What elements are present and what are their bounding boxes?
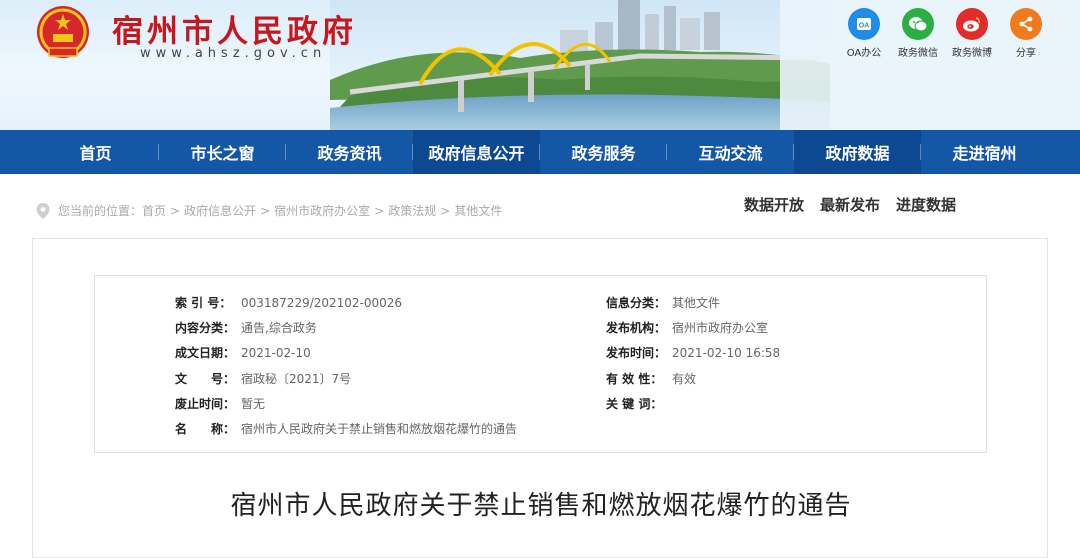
breadcrumb-separator: >	[260, 203, 271, 218]
breadcrumb-item[interactable]: 其他文件	[454, 202, 502, 219]
info-column-left: 索 引 号： 003187229/202102-00026 内容分类： 通告,综…	[175, 290, 517, 441]
info-row-name: 名 称： 宿州市人民政府关于禁止销售和燃放烟花爆竹的通告	[175, 416, 517, 441]
info-row-publisher: 发布机构： 宿州市政府办公室	[606, 315, 780, 340]
gov-data-subtabs: 数据开放 最新发布 进度数据	[744, 194, 956, 215]
breadcrumb-prefix: 您当前的位置：	[58, 204, 143, 218]
breadcrumb-row: 您当前的位置： 首页 > 政府信息公开 > 宿州市政府办公室 > 政策法规 > …	[0, 174, 1080, 238]
subtab-progress-data[interactable]: 进度数据	[896, 194, 956, 215]
info-row-index: 索 引 号： 003187229/202102-00026	[175, 290, 517, 315]
quick-link-wechat[interactable]: 政务微信	[894, 8, 942, 59]
info-key: 废止时间：	[175, 396, 236, 411]
info-key: 有 效 性：	[606, 371, 663, 386]
location-pin-icon	[36, 202, 50, 219]
info-value: 2021-02-10 16:58	[672, 345, 781, 360]
nav-item-about-suzhou[interactable]: 走进宿州	[921, 130, 1048, 174]
quick-links: OA OA办公 政务微信 政务微博 分享	[840, 8, 1050, 59]
info-key: 信息分类：	[606, 296, 667, 311]
info-key: 文 号：	[175, 371, 236, 386]
info-value: 宿州市政府办公室	[672, 321, 769, 336]
info-key: 发布机构：	[606, 321, 667, 336]
quick-link-share[interactable]: 分享	[1002, 8, 1050, 59]
wechat-icon	[902, 8, 934, 40]
document-info-box: 索 引 号： 003187229/202102-00026 内容分类： 通告,综…	[94, 275, 987, 453]
info-row-keywords: 关 键 词：	[606, 391, 780, 416]
quick-link-label: 政务微信	[898, 48, 938, 59]
breadcrumb-item[interactable]: 政策法规	[388, 202, 436, 219]
info-key: 成文日期：	[175, 346, 236, 361]
info-row-doc-number: 文 号： 宿政秘〔2021〕7号	[175, 366, 517, 391]
breadcrumb-item[interactable]: 宿州市政府办公室	[274, 202, 370, 219]
weibo-icon	[956, 8, 988, 40]
breadcrumb-separator: >	[170, 203, 181, 218]
oa-icon: OA	[848, 8, 880, 40]
info-key: 内容分类：	[175, 321, 236, 336]
info-key: 关 键 词：	[606, 396, 663, 411]
breadcrumb-separator: >	[374, 203, 385, 218]
quick-link-label: 分享	[1016, 48, 1036, 59]
nav-item-gov-data[interactable]: 政府数据	[794, 130, 921, 174]
info-value: 003187229/202102-00026	[241, 295, 403, 310]
info-key: 发布时间：	[606, 346, 667, 361]
info-key: 索 引 号：	[175, 296, 232, 311]
quick-link-label: 政务微博	[952, 48, 992, 59]
info-value: 宿州市人民政府关于禁止销售和燃放烟花爆竹的通告	[241, 422, 518, 437]
info-row-repeal-time: 废止时间： 暂无	[175, 391, 517, 416]
info-row-category: 内容分类： 通告,综合政务	[175, 315, 517, 340]
info-row-info-category: 信息分类： 其他文件	[606, 290, 780, 315]
document-title: 宿州市人民政府关于禁止销售和燃放烟花爆竹的通告	[230, 491, 852, 521]
nav-item-news[interactable]: 政务资讯	[286, 130, 413, 174]
breadcrumb-item[interactable]: 首页	[142, 202, 166, 219]
info-column-right: 信息分类： 其他文件 发布机构： 宿州市政府办公室 发布时间： 2021-02-…	[606, 290, 780, 416]
info-value: 2021-02-10	[241, 345, 311, 360]
info-value: 其他文件	[672, 296, 721, 311]
info-row-written-date: 成文日期： 2021-02-10	[175, 340, 517, 365]
quick-link-weibo[interactable]: 政务微博	[948, 8, 996, 59]
breadcrumb-item[interactable]: 政府信息公开	[184, 202, 256, 219]
share-icon	[1010, 8, 1042, 40]
subtab-latest-release[interactable]: 最新发布	[820, 194, 880, 215]
breadcrumb: 您当前的位置： 首页 > 政府信息公开 > 宿州市政府办公室 > 政策法规 > …	[36, 202, 502, 219]
info-value: 通告,综合政务	[241, 321, 317, 336]
info-row-publish-time: 发布时间： 2021-02-10 16:58	[606, 340, 780, 365]
national-emblem-icon	[37, 6, 89, 58]
site-url: www.ahsz.gov.cn	[140, 46, 327, 61]
nav-item-services[interactable]: 政务服务	[540, 130, 667, 174]
breadcrumb-separator: >	[440, 203, 451, 218]
info-value: 暂无	[241, 396, 266, 411]
content-panel: 索 引 号： 003187229/202102-00026 内容分类： 通告,综…	[32, 238, 1048, 558]
nav-item-mayor[interactable]: 市长之窗	[159, 130, 286, 174]
info-row-validity: 有 效 性： 有效	[606, 366, 780, 391]
nav-item-info-disclosure[interactable]: 政府信息公开	[413, 130, 540, 174]
info-key: 名 称：	[175, 422, 236, 437]
nav-item-home[interactable]: 首页	[32, 130, 159, 174]
quick-link-label: OA办公	[846, 48, 882, 59]
info-value: 有效	[672, 371, 697, 386]
nav-item-interaction[interactable]: 互动交流	[667, 130, 794, 174]
main-nav: 首页 市长之窗 政务资讯 政府信息公开 政务服务 互动交流 政府数据 走进宿州	[0, 130, 1080, 174]
quick-link-oa[interactable]: OA OA办公	[840, 8, 888, 59]
subtab-data-open[interactable]: 数据开放	[744, 194, 804, 215]
site-header: 宿州市人民政府 www.ahsz.gov.cn OA OA办公 政务微信 政务微…	[0, 0, 1080, 130]
info-value: 宿政秘〔2021〕7号	[241, 371, 352, 386]
site-title: 宿州市人民政府	[112, 14, 357, 50]
svg-text:OA: OA	[859, 23, 870, 30]
